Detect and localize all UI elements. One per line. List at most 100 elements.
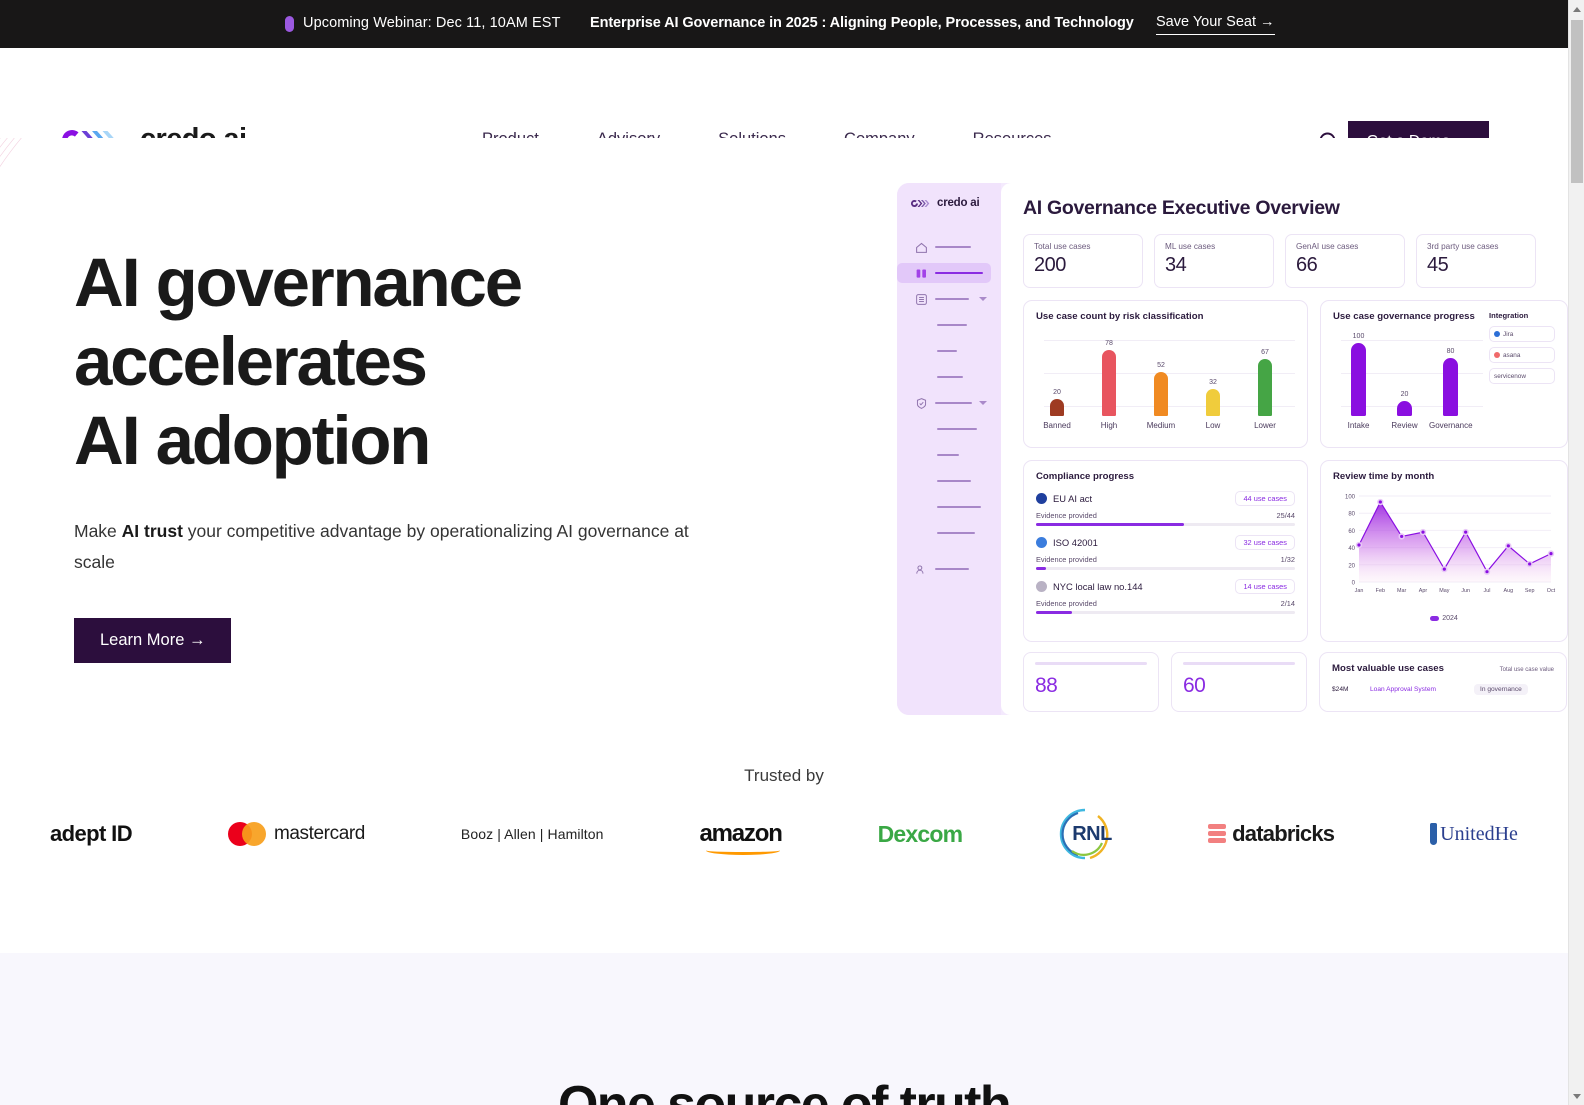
dashboard-mockup: credo ai AI Governance Executive Overvie… — [897, 183, 1568, 715]
sidebar-subitem[interactable] — [897, 523, 1001, 543]
rnl-ring-icon: RNL — [1058, 807, 1112, 861]
sidebar-subitem[interactable] — [897, 341, 1001, 361]
sidebar-item-dashboard[interactable] — [897, 263, 991, 283]
sidebar-label-placeholder — [937, 505, 981, 509]
kpi-value: 200 — [1034, 254, 1066, 276]
compliance-progress-panel: Compliance progress EU AI act 44 use cas… — [1023, 460, 1308, 642]
most-valuable-use-cases-panel: Most valuable use cases Total use case v… — [1319, 652, 1567, 712]
review-time-chart: Review time by month 0 20 40 60 80 100 Jan Feb M… — [1320, 460, 1568, 642]
sidebar-label-placeholder — [935, 567, 969, 571]
sidebar-subitem[interactable] — [897, 367, 1001, 387]
microphone-icon — [285, 16, 294, 32]
sidebar-subitem[interactable] — [897, 471, 1001, 491]
chart-title: Use case governance progress — [1333, 311, 1475, 322]
panel-title: Compliance progress — [1036, 471, 1135, 482]
dashboard-logo-text: credo ai — [937, 197, 980, 209]
logo-amazon: amazon — [699, 808, 783, 860]
kpi-card: GenAI use cases 66 — [1285, 234, 1405, 288]
users-icon — [916, 564, 924, 574]
sidebar-item-users[interactable] — [897, 559, 1001, 579]
svg-text:100: 100 — [1345, 495, 1356, 501]
hero-sub-bold: AI trust — [121, 521, 183, 541]
integration-label: servicenow — [1494, 372, 1526, 380]
bar-column: 100 Intake — [1348, 333, 1370, 430]
announcement-headline: Enterprise AI Governance in 2025 : Align… — [590, 15, 1134, 31]
shield-check-icon — [916, 397, 927, 409]
sidebar-item-home[interactable] — [897, 237, 1001, 257]
learn-more-button[interactable]: Learn More → — [74, 618, 232, 663]
sidebar-label-placeholder — [937, 479, 971, 483]
sidebar-subitem[interactable] — [897, 419, 1001, 439]
mini-metric-value: 60 — [1183, 674, 1206, 697]
mastercard-icon — [227, 822, 266, 846]
next-section-heading: One source of truth — [557, 1076, 1012, 1105]
bar-shape — [1206, 389, 1220, 416]
sidebar-item-registry[interactable] — [897, 289, 1001, 309]
use-case-value: $24M — [1332, 686, 1349, 693]
placeholder-bar — [1035, 662, 1147, 665]
site-header: credo ai Product Advisory Solutions Comp… — [0, 48, 1568, 162]
bar-category-label: Intake — [1347, 421, 1370, 430]
bar-value-label: 100 — [1352, 333, 1365, 340]
evidence-label: Evidence provided — [1036, 555, 1097, 564]
hero-headline-line1: AI governance — [74, 244, 523, 321]
svg-text:80: 80 — [1348, 512, 1355, 518]
bar-column: 20 Banned — [1043, 389, 1071, 430]
hero-headline-line2: accelerates — [74, 323, 428, 400]
framework-icon — [1036, 581, 1047, 592]
sidebar-item-compliance[interactable] — [897, 393, 1001, 413]
sidebar-label-placeholder — [937, 427, 977, 431]
logo-mastercard: mastercard — [227, 808, 365, 860]
svg-text:Sep: Sep — [1525, 588, 1535, 594]
progress-track — [1036, 611, 1295, 614]
evidence-label: Evidence provided — [1036, 599, 1097, 608]
integration-item-asana[interactable]: asana — [1489, 347, 1555, 363]
save-your-seat-link[interactable]: Save Your Seat → — [1156, 14, 1275, 35]
progress-fill — [1036, 611, 1073, 614]
amazon-wordmark: amazon — [699, 820, 783, 855]
dashboard-sidebar: credo ai — [897, 183, 1001, 715]
scroll-up-arrow-icon[interactable] — [1569, 0, 1584, 18]
kpi-card: Total use cases 200 — [1023, 234, 1143, 288]
page-scrollbar[interactable] — [1568, 0, 1584, 1105]
chevron-down-icon — [979, 401, 987, 405]
sidebar-subitem[interactable] — [897, 315, 1001, 335]
sidebar-subitem[interactable] — [897, 497, 1001, 517]
svg-text:Oct: Oct — [1547, 588, 1556, 594]
integrations-title: Integration — [1489, 311, 1529, 320]
bar-shape — [1351, 343, 1366, 416]
sidebar-label-placeholder — [935, 401, 972, 405]
dashboard-icon — [916, 268, 926, 278]
framework-name: NYC local law no.144 — [1053, 581, 1143, 592]
bar-category-label: Medium — [1146, 421, 1176, 430]
bar-value-label: 32 — [1209, 379, 1217, 386]
asana-icon — [1494, 352, 1500, 358]
logo-dexcom: Dexcom — [878, 808, 963, 860]
framework-name: EU AI act — [1053, 493, 1093, 504]
bar-column: 20 Review — [1391, 391, 1417, 430]
bar-category-label: Review — [1391, 421, 1418, 430]
bar-category-label: Governance — [1429, 421, 1473, 430]
integration-item-servicenow[interactable]: servicenow — [1489, 368, 1555, 384]
dashboard-main: AI Governance Executive Overview Total u… — [1001, 183, 1568, 715]
integration-item-jira[interactable]: Jira — [1489, 326, 1555, 342]
databricks-icon — [1208, 824, 1227, 844]
sidebar-subitem[interactable] — [897, 445, 1001, 465]
credo-logo-icon — [911, 199, 930, 207]
use-case-count-chip: 32 use cases — [1235, 535, 1295, 550]
progress-fill — [1036, 567, 1047, 570]
scrollbar-thumb[interactable] — [1571, 20, 1583, 183]
amazon-text: amazon — [699, 820, 783, 847]
mini-metric-value: 88 — [1035, 674, 1058, 697]
scroll-down-arrow-icon[interactable] — [1569, 1087, 1584, 1105]
use-case-name: Loan Approval System — [1370, 686, 1436, 693]
svg-text:60: 60 — [1348, 529, 1355, 535]
chevron-down-icon — [979, 297, 987, 301]
kpi-value: 45 — [1427, 254, 1449, 276]
dexcom-wordmark: Dexcom — [877, 820, 963, 847]
integration-label: asana — [1503, 351, 1521, 359]
bar-shape — [1154, 372, 1168, 416]
mastercard-wordmark: mastercard — [273, 823, 365, 844]
booz-allen-wordmark: Booz | Allen | Hamilton — [460, 826, 604, 842]
hero-headline-line3: AI adoption — [74, 402, 431, 479]
